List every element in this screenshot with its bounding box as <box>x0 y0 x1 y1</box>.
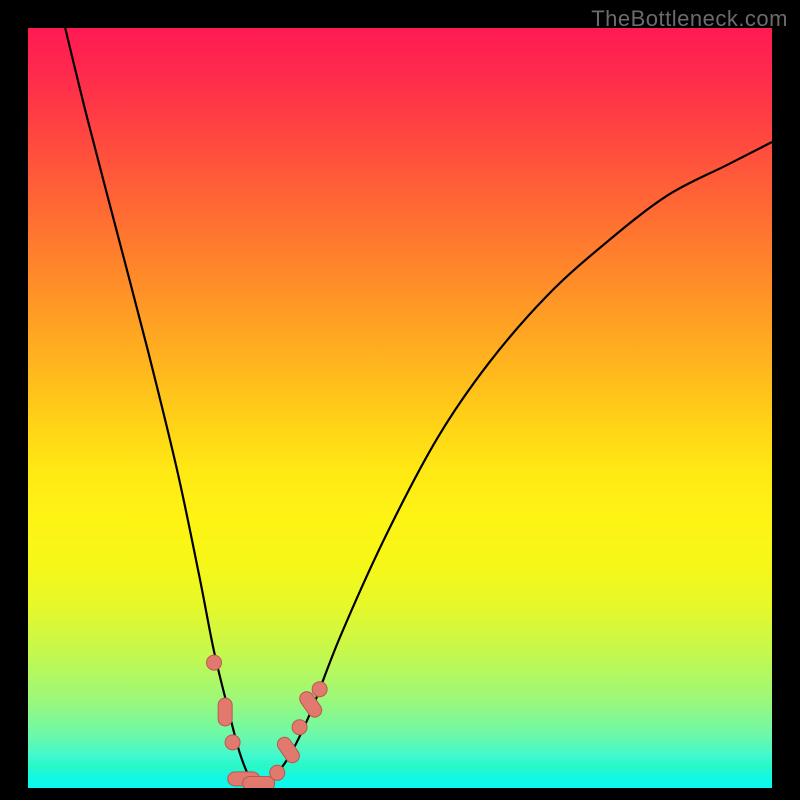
bottleneck-curve-svg <box>28 28 772 788</box>
watermark-text: TheBottleneck.com <box>591 6 788 32</box>
curve-marker <box>225 735 240 750</box>
curve-marker <box>218 698 232 726</box>
curve-marker <box>243 776 275 788</box>
curve-marker <box>292 720 307 735</box>
markers-group <box>207 655 328 788</box>
curve-marker <box>270 765 285 780</box>
curve-group <box>65 28 772 784</box>
plot-area <box>28 28 772 788</box>
curve-marker <box>312 682 327 697</box>
curve-marker <box>207 655 222 670</box>
bottleneck-curve-path <box>65 28 772 784</box>
chart-frame: TheBottleneck.com <box>0 0 800 800</box>
